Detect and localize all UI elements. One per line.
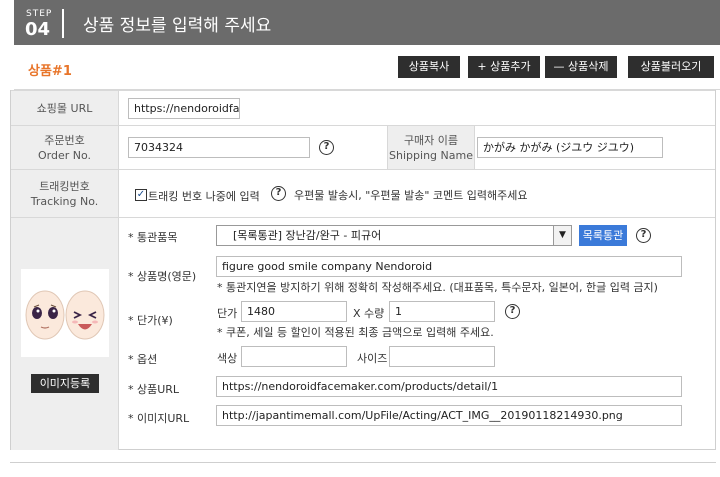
help-icon[interactable]: ? (636, 228, 651, 243)
help-icon[interactable]: ? (271, 186, 286, 201)
copy-product-button[interactable]: 상품복사 (398, 56, 460, 78)
step-label: STEP (26, 9, 53, 19)
product-image (21, 269, 109, 357)
chevron-down-icon[interactable]: ▼ (553, 226, 571, 245)
customs-select[interactable]: [목록통관] 장난감/완구 - 피규어 ▼ (216, 225, 572, 246)
step-header: STEP 04 상품 정보를 입력해 주세요 (14, 0, 720, 45)
help-icon[interactable]: ? (505, 304, 520, 319)
checkbox-icon[interactable]: ✓ (135, 189, 147, 201)
unit-price-input[interactable]: 1480 (241, 301, 347, 322)
order-label: 주문번호 Order No. (11, 126, 119, 169)
add-product-button[interactable]: + 상품추가 (468, 56, 540, 78)
price-note: * 쿠폰, 세일 등 할인이 적용된 최종 금액으로 입력해 주세요. (217, 326, 494, 339)
step-divider (62, 9, 64, 38)
product-name-label: * 상품명(영문) (128, 270, 197, 283)
buyer-name-label: 구매자 이름 Shipping Name (387, 126, 475, 169)
shop-url-input[interactable]: https://nendoroidface (128, 98, 240, 119)
shop-url-label: 쇼핑몰 URL (11, 91, 119, 125)
quantity-input[interactable]: 1 (389, 301, 495, 322)
product-name-note: * 통관지연을 방지하기 위해 정확히 작성해주세요. (대표품목, 특수문자,… (217, 281, 658, 294)
image-url-label: * 이미지URL (128, 412, 190, 425)
tracking-note: 우편물 발송시, "우편물 발송" 코멘트 입력해주세요 (294, 189, 528, 202)
product-detail-row: 이미지등록 * 통관품목 [목록통관] 장난감/완구 - 피규어 ▼ 목록통관 … (11, 217, 715, 450)
product-tag: 상품#1 (28, 64, 72, 79)
image-url-input[interactable]: http://japantimemall.com/UpFile/Acting/A… (216, 405, 682, 426)
step-number: 04 (25, 19, 51, 40)
customs-list-button[interactable]: 목록통관 (579, 225, 627, 246)
nendoroid-face-image (25, 290, 105, 340)
product-name-input[interactable]: figure good smile company Nendoroid (216, 256, 682, 277)
option-label: * 옵션 (128, 353, 158, 366)
shop-url-row: 쇼핑몰 URL https://nendoroidface (11, 90, 715, 125)
color-input[interactable] (241, 346, 347, 367)
product-url-input[interactable]: https://nendoroidfacemaker.com/products/… (216, 376, 682, 397)
tracking-label: 트래킹번호 Tracking No. (11, 170, 119, 217)
tracking-later-label[interactable]: 트래킹 번호 나중에 입력 (148, 188, 260, 204)
price-label: * 단가(¥) (128, 314, 173, 327)
order-row: 주문번호 Order No. 7034324 ? 구매자 이름 Shipping… (11, 125, 715, 169)
quantity-label: X 수량 (353, 307, 385, 320)
product-form: 쇼핑몰 URL https://nendoroidface 주문번호 Order… (10, 90, 716, 450)
load-product-button[interactable]: 상품불러오기 (628, 56, 714, 78)
bottom-divider (10, 462, 716, 463)
tracking-row: 트래킹번호 Tracking No. ✓ 트래킹 번호 나중에 입력 ? 우편물… (11, 169, 715, 217)
help-icon[interactable]: ? (319, 140, 334, 155)
product-toolbar: 상품#1 상품복사 + 상품추가 — 상품삭제 상품불러오기 (14, 45, 720, 90)
color-label: 색상 (217, 352, 238, 365)
customs-label: * 통관품목 (128, 231, 178, 244)
buyer-name-input[interactable]: かがみ かがみ (ジユウ ジユウ) (477, 137, 663, 158)
product-url-label: * 상품URL (128, 383, 180, 396)
page-title: 상품 정보를 입력해 주세요 (83, 16, 272, 36)
delete-product-button[interactable]: — 상품삭제 (545, 56, 617, 78)
size-label: 사이즈 (357, 352, 388, 365)
unit-price-label: 단가 (217, 307, 238, 320)
order-number-input[interactable]: 7034324 (128, 137, 310, 158)
register-image-button[interactable]: 이미지등록 (31, 374, 99, 393)
size-input[interactable] (389, 346, 495, 367)
